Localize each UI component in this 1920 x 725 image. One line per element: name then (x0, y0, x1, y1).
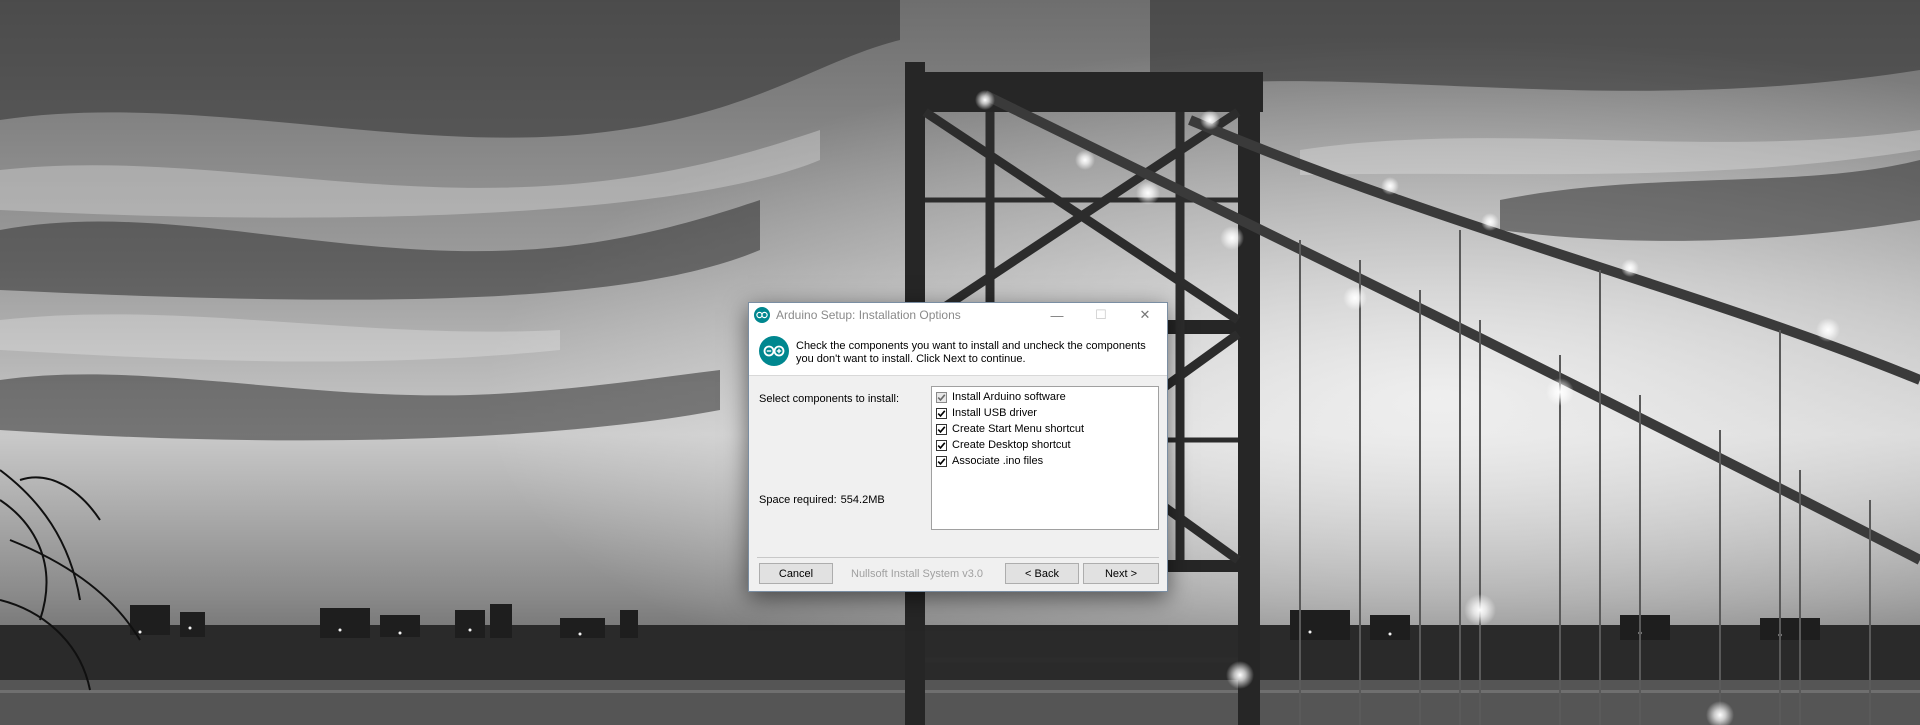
checkbox-desktop-shortcut[interactable] (936, 439, 947, 451)
footer-bar: Cancel Nullsoft Install System v3.0 < Ba… (749, 561, 1167, 587)
space-required-text: Space required: (759, 494, 837, 506)
component-label: Create Desktop shortcut (952, 439, 1071, 451)
component-item-usb-driver[interactable]: Install USB driver (934, 405, 1158, 421)
back-button[interactable]: < Back (1005, 563, 1079, 584)
component-item-associate-ino[interactable]: Associate .ino files (934, 453, 1158, 469)
component-item-start-menu-shortcut[interactable]: Create Start Menu shortcut (934, 421, 1158, 437)
next-button[interactable]: Next > (1083, 563, 1159, 584)
checkbox-associate-ino[interactable] (936, 455, 947, 467)
component-label: Associate .ino files (952, 455, 1044, 467)
space-required-value: 554.2MB (840, 494, 885, 506)
instructions-text: Check the components you want to install… (796, 340, 1146, 365)
arduino-app-icon (754, 307, 770, 323)
components-section: Select components to install: Space requ… (749, 376, 1167, 530)
components-list[interactable]: Install Arduino software Install USB dri… (931, 386, 1159, 530)
component-label: Create Start Menu shortcut (952, 423, 1085, 435)
title-bar[interactable]: Arduino Setup: Installation Options — ☐ … (749, 303, 1167, 327)
space-required-label: Space required: 554.2MB (759, 494, 885, 506)
component-label: Install Arduino software (952, 391, 1066, 403)
component-item-arduino-software[interactable]: Install Arduino software (934, 389, 1158, 405)
checkbox-usb-driver[interactable] (936, 407, 947, 419)
installer-window: Arduino Setup: Installation Options — ☐ … (748, 302, 1168, 592)
close-button[interactable]: ✕ (1123, 303, 1167, 327)
cancel-button[interactable]: Cancel (759, 563, 833, 584)
header-panel: Check the components you want to install… (749, 327, 1167, 376)
maximize-button[interactable]: ☐ (1079, 303, 1123, 327)
arduino-infinity-icon (759, 336, 789, 366)
checkbox-arduino-software[interactable] (936, 391, 947, 403)
component-label: Install USB driver (952, 407, 1037, 419)
checkbox-start-menu-shortcut[interactable] (936, 423, 947, 435)
window-title: Arduino Setup: Installation Options (776, 308, 961, 322)
nsis-brand-text: Nullsoft Install System v3.0 (851, 568, 984, 580)
component-item-desktop-shortcut[interactable]: Create Desktop shortcut (934, 437, 1158, 453)
minimize-button[interactable]: — (1035, 303, 1079, 327)
footer-divider (757, 557, 1159, 558)
select-components-label: Select components to install: (759, 393, 900, 405)
